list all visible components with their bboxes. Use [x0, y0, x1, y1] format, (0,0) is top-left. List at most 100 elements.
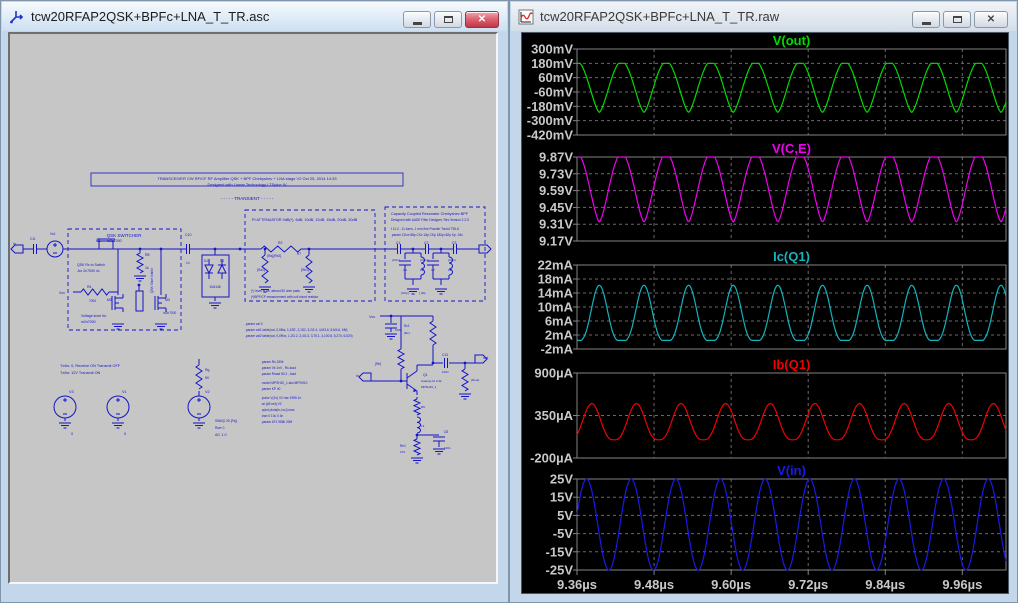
svg-text:-5V: -5V — [553, 526, 574, 541]
svg-text:9.96µs: 9.96µs — [942, 577, 982, 592]
svg-text:M3: M3 — [165, 298, 170, 302]
svg-text:Ic(Q1): Ic(Q1) — [773, 249, 810, 264]
svg-text:0: 0 — [71, 432, 73, 436]
svg-text:.model MPSH10_1 ako:MPSH10: .model MPSH10_1 ako:MPSH10 — [261, 381, 308, 385]
svg-text:.param val 0: .param val 0 — [245, 322, 263, 326]
close-button[interactable]: ✕ — [465, 11, 499, 28]
svg-text:M1: M1 — [96, 239, 101, 243]
svg-text:V1: V1 — [122, 390, 127, 394]
svg-text:1N4148: 1N4148 — [209, 285, 220, 289]
svg-text:9.31V: 9.31V — [539, 217, 573, 232]
svg-text:L1: L1 — [420, 268, 424, 272]
svg-text:.param CKxx 88p CKx 18p CKp 18: .param CKxx 88p CKx 18p CKp 180p=82p Kp … — [391, 233, 463, 237]
svg-text:f 11.2 - 11 turns, 1 mm fine P: f 11.2 - 11 turns, 1 mm fine Powder Toro… — [391, 227, 459, 231]
maximize-icon — [444, 16, 453, 23]
svg-text:Vcc: Vcc — [369, 315, 375, 319]
svg-text:270: 270 — [400, 450, 405, 454]
svg-text:-2mA: -2mA — [540, 342, 573, 357]
close-icon: ✕ — [478, 15, 486, 25]
svg-text:R2: R2 — [278, 241, 283, 245]
maximize-button[interactable] — [943, 11, 971, 28]
schematic-drawing[interactable]: TRANSCEIVER CW RF/CF RF Amplifier QSK + … — [10, 34, 496, 582]
close-icon: ✕ — [987, 15, 995, 25]
svg-text:V2: V2 — [205, 390, 210, 394]
svg-text:{CKs}: {CKs} — [392, 258, 400, 262]
svg-text:D4: D4 — [220, 259, 224, 263]
svg-text:2mA: 2mA — [545, 328, 574, 343]
svg-text:{CKs}: {CKs} — [448, 258, 456, 262]
svg-text:6mA: 6mA — [545, 314, 574, 329]
minimize-button[interactable] — [403, 11, 431, 28]
svg-text:tcwamp.lvl 2.4k: tcwamp.lvl 2.4k — [421, 379, 442, 383]
svg-text:9.59V: 9.59V — [539, 183, 573, 198]
svg-text:in: in — [13, 242, 16, 246]
svg-text:V(C,E): V(C,E) — [772, 141, 811, 156]
svg-text:{CKm}: {CKm} — [420, 258, 429, 262]
svg-text:V3: V3 — [69, 390, 74, 394]
svg-text:100n: 100n — [444, 446, 451, 450]
svg-text:{Ra1}: {Ra1} — [257, 268, 265, 272]
pane-vin[interactable]: V(in)25V15V5V-5V-15V-25V — [546, 463, 1006, 578]
svg-text:9.36µs: 9.36µs — [557, 577, 597, 592]
svg-text:100n: 100n — [442, 370, 449, 374]
svg-text:5V: 5V — [557, 508, 573, 523]
svg-text:R4: R4 — [87, 285, 92, 289]
svg-text:C3: C3 — [452, 241, 457, 245]
svg-text:M2: M2 — [107, 298, 112, 302]
svg-text:.param Rload 50.2 , load: .param Rload 50.2 , load — [261, 372, 296, 376]
svg-text:-200µA: -200µA — [530, 451, 574, 466]
waveform-plots[interactable]: V(out)300mV180mV60mV-60mV-180mV-300mV-42… — [522, 33, 1008, 593]
svg-text:-420mV: -420mV — [527, 128, 574, 143]
waveform-canvas[interactable]: V(out)300mV180mV60mV-60mV-180mV-300mV-42… — [521, 32, 1009, 594]
svg-text:Rg: Rg — [205, 368, 210, 372]
minimize-button[interactable] — [912, 11, 940, 28]
svg-text:PI ATTENUATOR 0dB(*), 6dB, 10d: PI ATTENUATOR 0dB(*), 6dB, 10dB, 12dB, 1… — [252, 218, 358, 222]
svg-text:Designed with Linear Technolog: Designed with Linear Technology LTSpice … — [207, 182, 286, 187]
pane-vce[interactable]: V(C,E)9.87V9.73V9.59V9.45V9.31V9.17V — [539, 141, 1006, 249]
svg-text:SINE(0 25 {Fs}): SINE(0 25 {Fs}) — [215, 419, 237, 423]
svg-text:C7: C7 — [431, 268, 435, 272]
svg-text:Vxx: Vxx — [59, 291, 65, 295]
svg-text:(*) level R Ax: almost 50 ohm: (*) level R Ax: almost 50 ohm pads — [251, 289, 300, 293]
svg-text:60mV: 60mV — [538, 70, 573, 85]
pane-ibq1[interactable]: Ib(Q1)900µA350µA-200µA — [530, 357, 1006, 466]
schematic-window-titlebar[interactable]: tcw20RFAP2QSK+BPFc+LNA_T_TR.asc ✕ — [2, 2, 507, 31]
svg-text:m2n7000: m2n7000 — [81, 320, 96, 324]
svg-text:C1: C1 — [396, 241, 401, 245]
svg-text:9.60µs: 9.60µs — [711, 577, 751, 592]
waveform-icon[interactable] — [518, 9, 534, 25]
pane-vout[interactable]: V(out)300mV180mV60mV-60mV-180mV-300mV-42… — [527, 33, 1006, 143]
pane-icq1[interactable]: Ic(Q1)22mA18mA14mA10mA6mA2mA-2mA — [538, 249, 1006, 357]
svg-text:-25V: -25V — [546, 563, 574, 578]
svg-text:14mA: 14mA — [538, 286, 574, 301]
schematic-canvas[interactable]: TRANSCEIVER CW RF/CF RF Amplifier QSK + … — [8, 32, 498, 584]
svg-text:(*)BPF/CF measurement with coi: (*)BPF/CF measurement with coil shunt re… — [251, 295, 319, 299]
svg-text:Tx/ks: 0, Receive ON Transmi: Tx/ks: 0, Receive ON Transmit OFF — [60, 364, 121, 368]
svg-text:15V: 15V — [550, 490, 573, 505]
svg-text:350µA: 350µA — [534, 408, 573, 423]
maximize-button[interactable] — [434, 11, 462, 28]
svg-text:C10: C10 — [185, 233, 191, 237]
svg-text:QSK Short Inhibit: QSK Short Inhibit — [150, 268, 154, 293]
svg-text:100n: 100n — [395, 328, 402, 332]
svg-text:9.17V: 9.17V — [539, 234, 573, 249]
svg-text:{CKp}: {CKp} — [401, 291, 409, 295]
waveform-window-titlebar[interactable]: tcw20RFAP2QSK+BPFc+LNA_T_TR.raw ✕ — [511, 2, 1016, 31]
svg-text:{Ra}{Rb2}: {Ra}{Rb2} — [267, 254, 281, 258]
svg-text:{Rb}: {Rb} — [375, 362, 381, 366]
svg-text:C11: C11 — [30, 237, 36, 241]
close-button[interactable]: ✕ — [974, 11, 1008, 28]
svg-text:R8: R8 — [145, 253, 150, 257]
svg-text:{Rout}: {Rout} — [471, 378, 479, 382]
svg-text:L2: L2 — [448, 268, 452, 272]
svg-text:18mA: 18mA — [538, 272, 574, 287]
svg-text:Rser 0: Rser 0 — [215, 426, 225, 430]
svg-text:.param Vk 1nV , Rx-load: .param Vk 1nV , Rx-load — [261, 366, 296, 370]
svg-text:9.45V: 9.45V — [539, 200, 573, 215]
svg-text:9.72µs: 9.72µs — [788, 577, 828, 592]
svg-text:-300mV: -300mV — [527, 113, 574, 128]
svg-text:.param 4F1 955k 20M: .param 4F1 955k 20M — [261, 420, 293, 424]
schematic-icon[interactable] — [9, 9, 25, 25]
svg-text:C13: C13 — [442, 353, 448, 357]
svg-text:7000: 7000 — [89, 299, 96, 303]
